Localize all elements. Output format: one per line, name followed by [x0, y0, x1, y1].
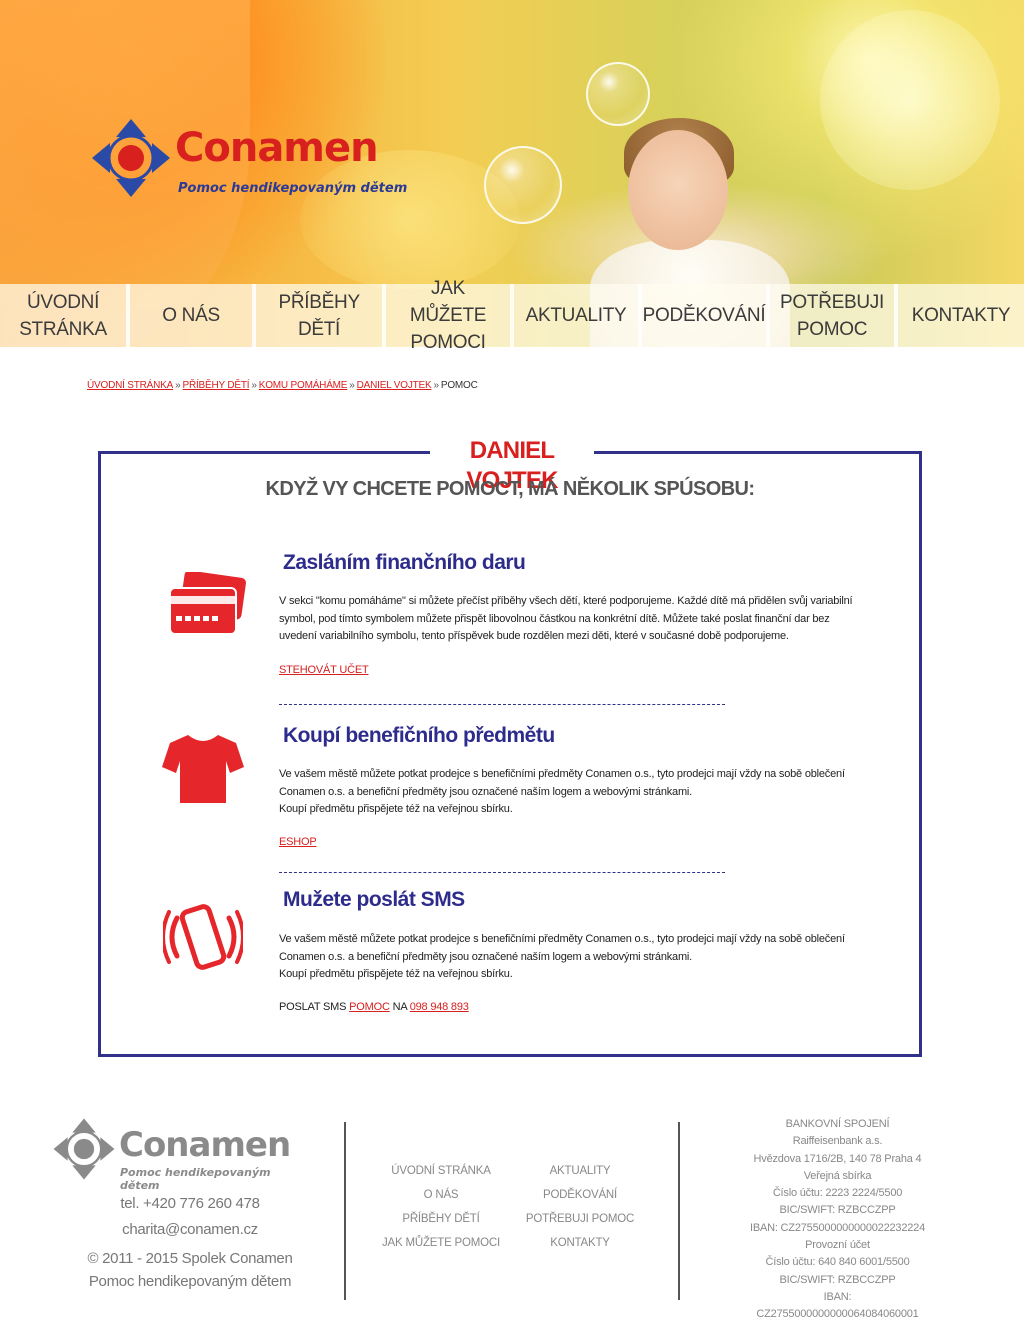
footer-menu-right: AKTUALITY PODĚKOVÁNÍ POTŘEBUJI POMOC KON… — [525, 1159, 635, 1255]
logo-name: Conamen — [175, 125, 379, 171]
conamen-logo-icon — [53, 1118, 115, 1180]
text-line: Koupí předmětu přispějete též na veřejno… — [279, 968, 513, 980]
breadcrumb-link[interactable]: KOMU POMÁHÁME — [259, 380, 348, 391]
breadcrumb: ÚVODNÍ STRÁNKA» PŘÍBĚHY DĚTÍ» KOMU POMÁHÁM… — [87, 380, 478, 391]
footer-link-how-to-help[interactable]: JAK MŮŽETE POMOCI — [381, 1231, 501, 1255]
bank-line: Raiffeisenbank a.s. — [792, 1135, 883, 1148]
footer-menu-left: ÚVODNÍ STRÁNKA O NÁS PŘÍBĚHY DĚTÍ JAK MŮ… — [381, 1159, 501, 1255]
section-title-merch: Koupí benefičního předmětu — [283, 724, 555, 747]
breadcrumb-separator: » — [251, 380, 257, 391]
account-link[interactable]: STEHOVÁT UČET — [279, 664, 369, 676]
breadcrumb-link[interactable]: DANIEL VOJTEK — [357, 380, 432, 391]
logo-tagline: Pomoc hendikepovaným dětem — [178, 181, 408, 196]
nav-item-thanks[interactable]: PODĚKOVÁNÍ — [642, 284, 770, 347]
section-divider — [279, 704, 725, 705]
soap-bubble — [484, 146, 562, 224]
section-text-merch: Ve vašem městě můžete potkat prodejce s … — [279, 766, 869, 819]
nav-item-contacts[interactable]: KONTAKTY — [898, 284, 1024, 347]
footer-divider — [344, 1122, 346, 1300]
bank-line: Hvězdova 1716/2B, 140 78 Praha 4 — [753, 1152, 922, 1165]
page-title: DANIEL VOJTEK — [430, 436, 594, 494]
bank-line: Veřejná sbírka — [803, 1169, 872, 1182]
bank-line: BIC/SWIFT: RZBCCZPP — [779, 1273, 896, 1286]
bank-line: Číslo účtu: 2223 2224/5500 — [772, 1187, 903, 1200]
nav-item-need-help[interactable]: POTŘEBUJI POMOC — [770, 284, 898, 347]
vibrating-phone-icon — [163, 904, 243, 970]
site-logo[interactable]: Conamen Pomoc hendikepovaným dětem — [90, 115, 420, 205]
section-text-donation: V sekci "komu pomáháme" si můžete přečís… — [279, 595, 853, 642]
conamen-logo-icon — [92, 119, 170, 197]
sms-instruction: POSLAT SMS POMOC NA 098 948 893 — [279, 1001, 469, 1013]
footer-logo[interactable]: Conamen Pomoc hendikepovaným dětem — [52, 1117, 312, 1192]
nav-item-about[interactable]: O NÁS — [130, 284, 256, 347]
main-nav: ÚVODNÍ STRÁNKA O NÁS PŘÍBĚHY DĚTÍ JAK MŮ… — [0, 278, 1024, 353]
footer-link-news[interactable]: AKTUALITY — [525, 1159, 635, 1183]
section-text-sms: Ve vašem městě můžete potkat prodejce s … — [279, 931, 869, 984]
footer-link-thanks[interactable]: PODĚKOVÁNÍ — [525, 1183, 635, 1207]
breadcrumb-separator: » — [175, 380, 181, 391]
text-line: Conamen o.s. a benefiční předměty jsou o… — [279, 785, 693, 798]
breadcrumb-separator: » — [349, 380, 355, 391]
eshop-link[interactable]: ESHOP — [279, 836, 317, 848]
nav-item-news[interactable]: AKTUALITY — [514, 284, 642, 347]
soap-bubble — [586, 62, 650, 126]
footer-link-stories[interactable]: PŘÍBĚHY DĚTÍ — [381, 1207, 501, 1231]
section-title-donation: Zasláním finančního daru — [283, 551, 526, 574]
footer-email[interactable]: charita@conamen.cz — [60, 1221, 320, 1238]
footer-divider — [678, 1122, 680, 1300]
footer-logo-tagline: Pomoc hendikepovaným dětem — [120, 1166, 271, 1192]
text-line: Ve vašem městě můžete potkat prodejce s … — [279, 933, 845, 945]
nav-item-home[interactable]: ÚVODNÍ STRÁNKA — [0, 284, 130, 347]
bank-line: BANKOVNÍ SPOJENÍ — [785, 1118, 890, 1130]
footer-link-about[interactable]: O NÁS — [381, 1183, 501, 1207]
sms-middle: NA — [392, 1001, 407, 1013]
sms-prefix: POSLAT SMS — [279, 1001, 347, 1013]
bank-line: IBAN: CZ2755000000000022232224 — [749, 1221, 926, 1234]
footer-link-home[interactable]: ÚVODNÍ STRÁNKA — [381, 1159, 501, 1183]
sms-keyword-link[interactable]: POMOC — [349, 1001, 390, 1013]
nav-item-how-to-help[interactable]: JAK MŮŽETE POMOCI — [386, 278, 514, 353]
bank-line: IBAN: CZ2755000000000064084060001 — [756, 1290, 919, 1321]
section-divider — [279, 872, 725, 873]
breadcrumb-link[interactable]: PŘÍBĚHY DĚTÍ — [182, 380, 249, 391]
footer-logo-name: Conamen — [119, 1125, 291, 1165]
page-subtitle: KDYŽ VY CHCETE POMOCT, MÁ NĚKOLIK SPÚSOB… — [265, 478, 756, 500]
footer-copyright: © 2011 - 2015 Spolek Conamen — [87, 1250, 293, 1267]
hero-child-face — [628, 130, 728, 250]
bank-line: Provozní účet — [805, 1239, 870, 1252]
footer-link-contacts[interactable]: KONTAKTY — [525, 1231, 635, 1255]
footer-bank-info: BANKOVNÍ SPOJENÍ Raiffeisenbank a.s. Hvě… — [745, 1116, 930, 1324]
credit-card-icon — [169, 572, 246, 635]
nav-item-stories[interactable]: PŘÍBĚHY DĚTÍ — [256, 284, 386, 347]
section-title-sms: Mužete poslát SMS — [283, 888, 465, 911]
text-line: Conamen o.s. a benefiční předměty jsou o… — [279, 950, 693, 963]
bank-line: BIC/SWIFT: RZBCCZPP — [779, 1204, 896, 1217]
footer-phone[interactable]: tel. +420 776 260 478 — [60, 1195, 320, 1212]
text-line: Ve vašem městě můžete potkat prodejce s … — [279, 768, 845, 780]
breadcrumb-separator: » — [433, 380, 439, 391]
sms-number-link[interactable]: 098 948 893 — [410, 1001, 469, 1013]
bank-line: Číslo účtu: 640 840 6001/5500 — [765, 1256, 910, 1269]
breadcrumb-link[interactable]: ÚVODNÍ STRÁNKA — [87, 380, 173, 391]
bokeh-light — [820, 10, 1000, 190]
breadcrumb-current: POMOC — [440, 380, 478, 391]
footer-org: Pomoc hendikepovaným dětem — [88, 1273, 292, 1290]
tshirt-icon — [162, 735, 244, 803]
text-line: Koupí předmětu přispějete též na veřejno… — [279, 803, 513, 815]
footer-link-need-help[interactable]: POTŘEBUJI POMOC — [525, 1207, 635, 1231]
